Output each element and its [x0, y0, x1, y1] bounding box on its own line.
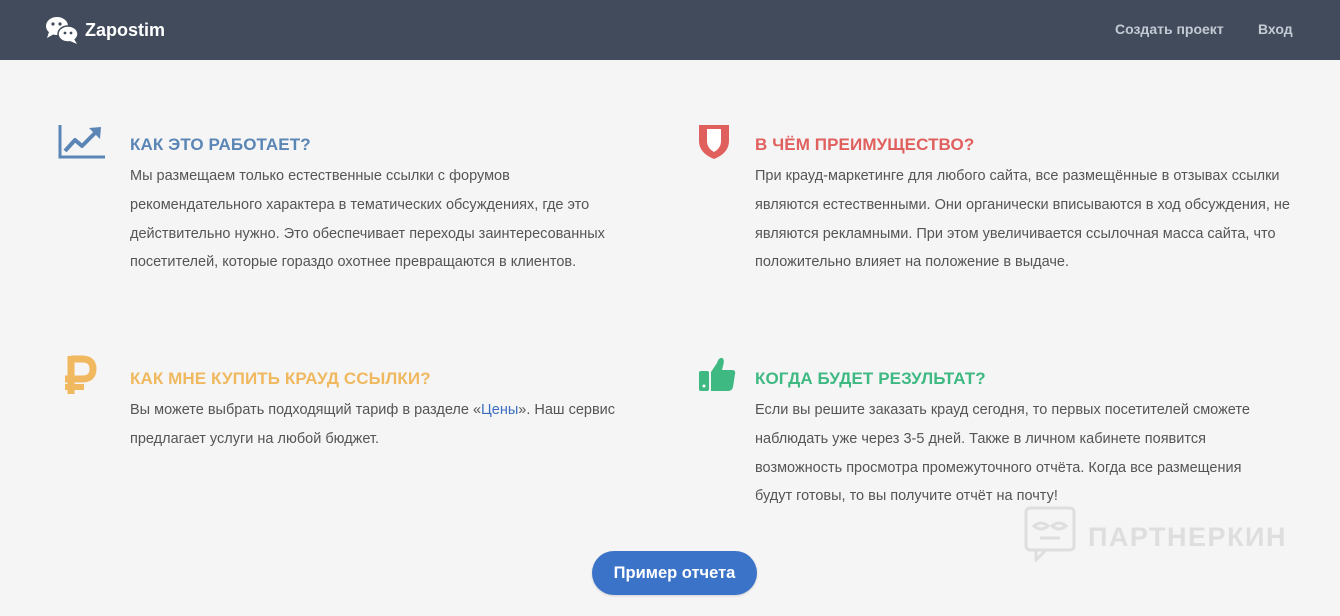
- create-project-link[interactable]: Создать проект: [1115, 21, 1224, 37]
- feature-title: Как мне купить крауд ссылки?: [130, 369, 431, 388]
- trend-chart-icon: [58, 123, 106, 164]
- feature-text: При крауд-маркетинге для любого сайта, в…: [755, 168, 1290, 271]
- mask-icon: [1024, 506, 1076, 569]
- feature-text: Вы можете выбрать подходящий тариф в раз…: [130, 402, 616, 447]
- ruble-icon: [62, 352, 98, 401]
- wechat-bubbles-icon: [45, 15, 79, 45]
- shield-icon: [697, 123, 731, 166]
- feature-text: Если вы решите заказать крауд сегодня, т…: [755, 402, 1250, 505]
- prices-link[interactable]: Цены: [481, 402, 518, 418]
- watermark-text: ПАРТНЕРКИН: [1088, 522, 1287, 552]
- feature-text: Мы размещаем только естественные ссылки …: [130, 168, 605, 271]
- feature-title: Как это работает?: [130, 135, 311, 154]
- feature-title: В чём преимущество?: [755, 135, 975, 154]
- sample-report-button[interactable]: Пример отчета: [592, 551, 757, 595]
- feature-title: Когда будет результат?: [755, 369, 986, 388]
- brand-logo[interactable]: Zapostim: [45, 13, 165, 47]
- thumbs-up-icon: [697, 355, 737, 398]
- login-link[interactable]: Вход: [1258, 21, 1293, 37]
- partnerkin-watermark: ПАРТНЕРКИН: [1024, 506, 1287, 569]
- brand-name: Zapostim: [85, 19, 166, 40]
- top-navbar: Zapostim Создать проект Вход: [0, 0, 1340, 60]
